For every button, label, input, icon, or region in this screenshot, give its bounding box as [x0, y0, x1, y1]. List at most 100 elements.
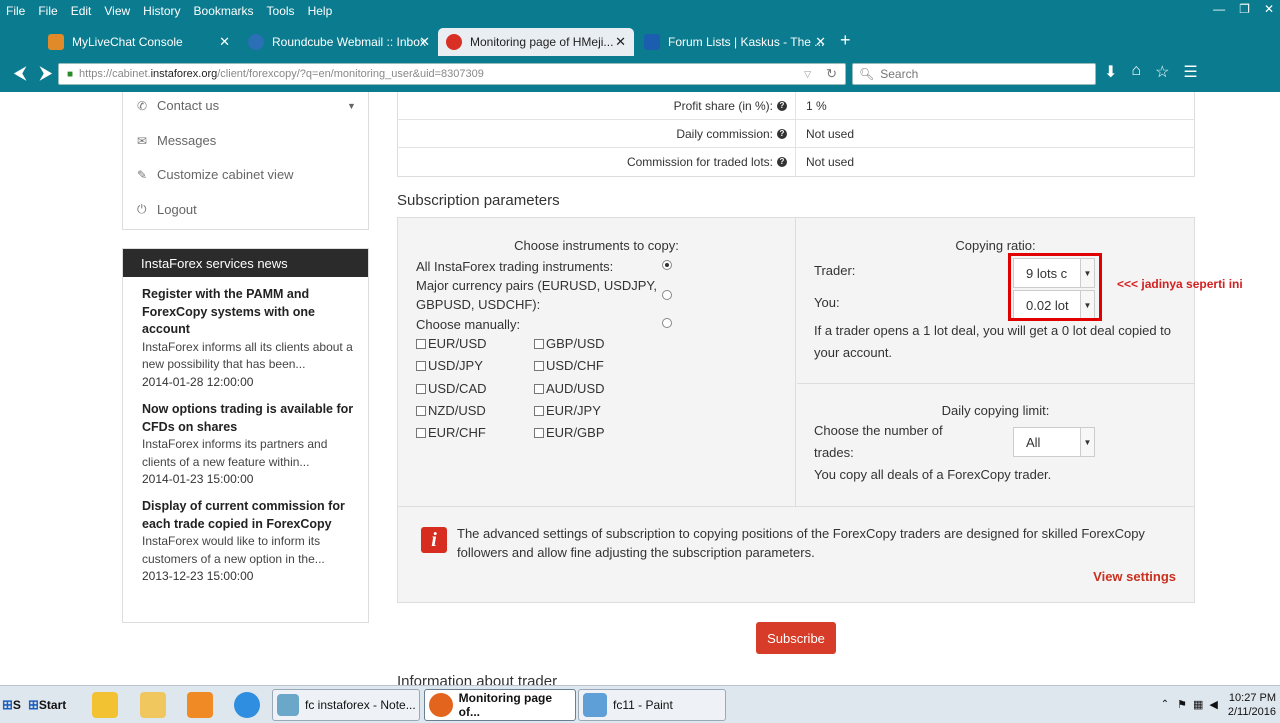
news-date: 2014-01-28 12:00:00: [142, 374, 254, 389]
news-body: InstaForex informs its partners and clie…: [142, 437, 328, 469]
news-panel: InstaForex services news Register with t…: [122, 248, 369, 623]
close-icon[interactable]: ✕: [419, 34, 430, 50]
bookmarks-list-icon[interactable]: ☰: [1183, 62, 1197, 82]
subscribe-button[interactable]: Subscribe: [756, 622, 836, 654]
menu-tools[interactable]: Tools: [267, 4, 295, 18]
clock[interactable]: 10:27 PM 2/11/2016: [1228, 691, 1276, 719]
radio-major-pairs[interactable]: [662, 290, 672, 300]
menu-edit[interactable]: Edit: [71, 4, 92, 18]
checkbox-usdcad[interactable]: USD/CAD: [416, 381, 487, 396]
home-icon[interactable]: ⌂: [1131, 62, 1141, 82]
paint-icon: [583, 693, 607, 717]
trader-params-table: Profit share (in %):? 1 % Daily commissi…: [397, 92, 1195, 177]
pinned-ie[interactable]: [234, 689, 260, 721]
checkbox-gbpusd[interactable]: GBP/USD: [534, 336, 605, 351]
forward-icon[interactable]: ⮞: [34, 62, 58, 86]
checkbox-eurjpy[interactable]: EUR/JPY: [534, 403, 601, 418]
radio-all-instruments[interactable]: [662, 260, 672, 270]
sidebar-item-customize[interactable]: ✎ Customize cabinet view: [137, 167, 294, 182]
view-settings-link[interactable]: View settings: [1093, 569, 1176, 584]
tab-roundcube[interactable]: Roundcube Webmail :: Inbox ✕: [240, 28, 438, 56]
close-icon[interactable]: ✕: [219, 34, 230, 50]
trader-info-title: Information about trader: [397, 673, 558, 685]
internet-explorer-icon: [234, 692, 260, 718]
news-heading: InstaForex services news: [123, 249, 368, 277]
menu-history[interactable]: History: [143, 4, 180, 18]
close-icon[interactable]: ✕: [815, 34, 826, 50]
bookmark-star-icon[interactable]: ☆: [1155, 62, 1169, 82]
row-label: Daily commission:: [676, 126, 773, 141]
taskbar-s-button[interactable]: ⊞ S: [2, 689, 21, 721]
table-row: Profit share (in %):? 1 %: [398, 92, 1194, 120]
reload-icon[interactable]: ↻: [826, 66, 837, 82]
advanced-note-text: The advanced settings of subscription to…: [457, 526, 1145, 560]
maximize-button[interactable]: ❐: [1239, 2, 1250, 16]
menu-bookmarks[interactable]: Bookmarks: [194, 4, 254, 18]
new-tab-button[interactable]: +: [840, 30, 851, 51]
ratio-heading: Copying ratio:: [955, 238, 1036, 253]
checkbox-eurgbp[interactable]: EUR/GBP: [534, 425, 605, 440]
section-title: Subscription parameters: [397, 192, 560, 209]
news-item: Now options trading is available for CFD…: [142, 401, 362, 489]
menu-help[interactable]: Help: [308, 4, 333, 18]
tab-bar: MyLiveChat Console ✕ Roundcube Webmail :…: [0, 26, 1280, 56]
task-notepad[interactable]: fc instaforex - Note...: [272, 689, 420, 721]
checkbox-audusd[interactable]: AUD/USD: [534, 381, 605, 396]
pinned-explorer[interactable]: [140, 689, 166, 721]
pinned-app-tool[interactable]: [92, 689, 118, 721]
news-title[interactable]: Register with the PAMM and ForexCopy sys…: [142, 286, 362, 339]
sidebar-item-messages[interactable]: ✉ Messages: [137, 133, 216, 148]
network-icon[interactable]: ▦: [1193, 698, 1203, 711]
ratio-note: If a trader opens a 1 lot deal, you will…: [814, 323, 1172, 360]
help-icon[interactable]: ?: [777, 128, 787, 139]
back-icon[interactable]: ⮜: [8, 62, 32, 86]
news-title[interactable]: Now options trading is available for CFD…: [142, 401, 362, 436]
start-button[interactable]: ⊞ Start: [28, 689, 66, 721]
checkbox-nzdusd[interactable]: NZD/USD: [416, 403, 486, 418]
windows-flag-icon: ⊞: [2, 697, 13, 712]
table-row: Commission for traded lots:? Not used: [398, 148, 1194, 176]
chevron-down-icon[interactable]: ▼: [347, 101, 356, 111]
checkbox-usdjpy[interactable]: USD/JPY: [416, 358, 483, 373]
edit-icon: ✎: [137, 167, 148, 182]
close-button[interactable]: ✕: [1264, 2, 1274, 16]
download-icon[interactable]: ⬇: [1104, 62, 1117, 82]
action-center-icon[interactable]: ⚑: [1177, 698, 1187, 711]
firefox-icon: [429, 693, 453, 717]
menu-file[interactable]: File: [6, 4, 25, 18]
tab-monitoring[interactable]: Monitoring page of HMeji... ✕: [438, 28, 634, 56]
menu-view[interactable]: View: [104, 4, 130, 18]
checkbox-eurchf[interactable]: EUR/CHF: [416, 425, 486, 440]
news-title[interactable]: Display of current commission for each t…: [142, 498, 362, 533]
tab-kaskus[interactable]: Forum Lists | Kaskus - The ... ✕: [636, 28, 834, 56]
windows-flag-icon: ⊞: [28, 697, 39, 712]
minimize-button[interactable]: —: [1213, 2, 1225, 16]
tab-mylivechat[interactable]: MyLiveChat Console ✕: [40, 28, 238, 56]
info-icon: i: [421, 527, 447, 553]
news-body: InstaForex informs all its clients about…: [142, 339, 353, 372]
help-icon[interactable]: ?: [777, 157, 787, 167]
option-label: Choose manually:: [416, 317, 521, 332]
radio-choose-manually[interactable]: [662, 318, 672, 328]
task-paint[interactable]: fc11 - Paint: [578, 689, 726, 721]
volume-icon[interactable]: ◀: [1209, 698, 1217, 711]
search-input[interactable]: 🔍︎ Search: [852, 63, 1096, 85]
url-dropdown-icon[interactable]: ▽: [804, 69, 811, 80]
menu-file-2[interactable]: File: [38, 4, 57, 18]
checkbox-usdchf[interactable]: USD/CHF: [534, 358, 604, 373]
url-bar[interactable]: ■ https://cabinet. instaforex.org /clien…: [58, 63, 846, 85]
limit-select[interactable]: All ▼: [1013, 427, 1095, 457]
close-icon[interactable]: ✕: [615, 34, 626, 50]
news-date: 2014-01-23 15:00:00: [142, 472, 254, 486]
checkbox-eurusd[interactable]: EUR/USD: [416, 336, 487, 351]
trader-label: Trader:: [814, 263, 856, 278]
sidebar-item-logout[interactable]: ⏻ Logout: [137, 202, 197, 217]
task-firefox[interactable]: Monitoring page of...: [424, 689, 576, 721]
news-date: 2013-12-23 15:00:00: [142, 569, 254, 583]
pinned-media-player[interactable]: [187, 689, 213, 721]
table-row: Daily commission:? Not used: [398, 120, 1194, 148]
sidebar-item-contact[interactable]: ✆ Contact us ▼: [137, 98, 356, 113]
help-icon[interactable]: ?: [777, 100, 787, 111]
news-item: Register with the PAMM and ForexCopy sys…: [142, 286, 362, 391]
tray-expand-icon[interactable]: ⌃: [1161, 699, 1169, 710]
